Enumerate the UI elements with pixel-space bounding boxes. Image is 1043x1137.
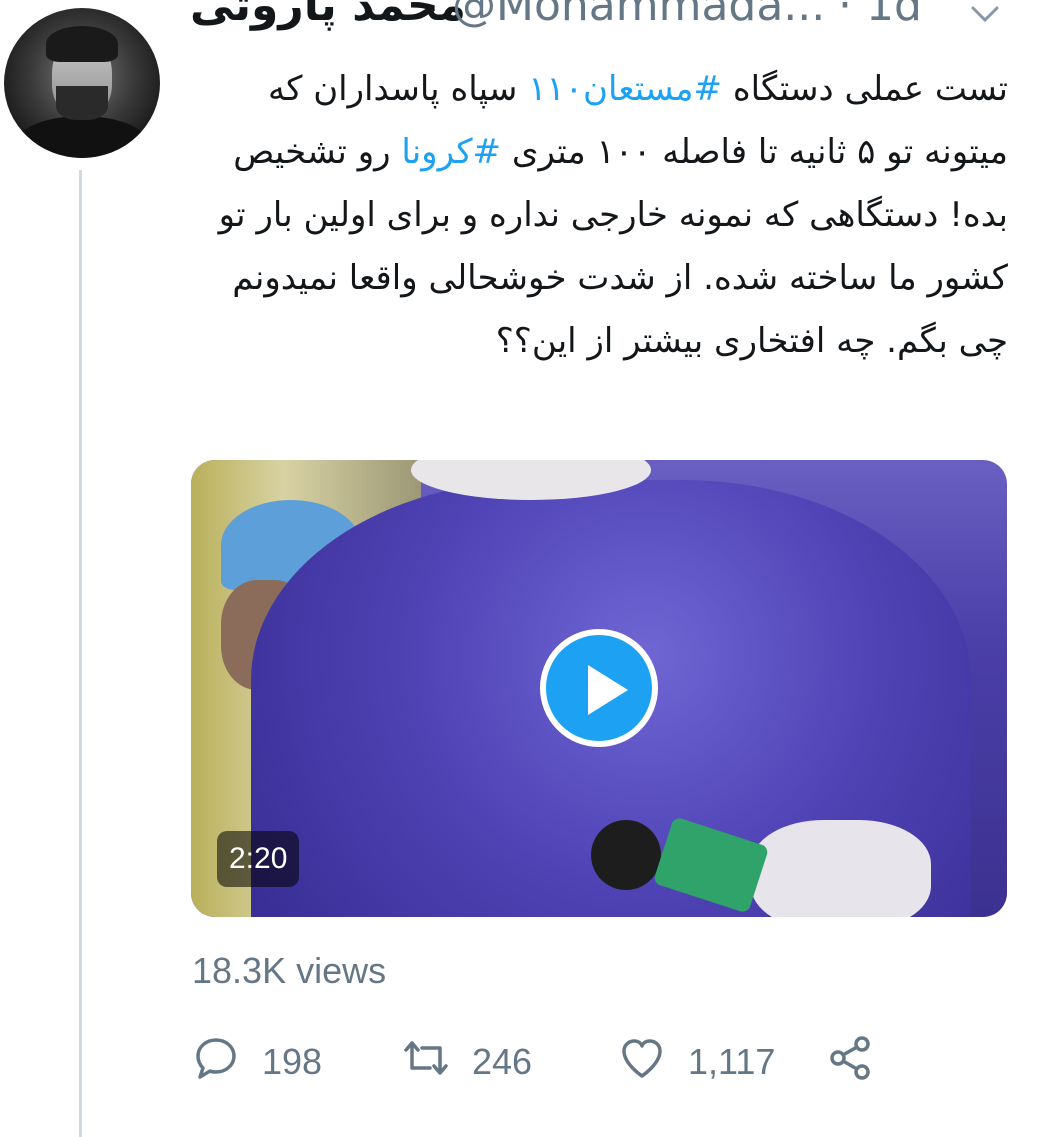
tweet-header: محمد پاروتی @Mohammada... · 1d (190, 0, 1020, 40)
like-count: 1,117 (688, 1041, 776, 1082)
author-handle[interactable]: @Mohammada... (452, 0, 825, 31)
reply-icon (192, 1034, 240, 1091)
heart-icon (618, 1034, 666, 1091)
reply-button[interactable]: 198 (192, 1032, 322, 1092)
share-icon (826, 1034, 874, 1091)
tweet-text: تست عملی دستگاه #مستعان۱۱۰ سپاه پاسداران… (190, 58, 1008, 373)
avatar-body (14, 116, 150, 158)
hashtag-link[interactable]: #کرونا (401, 132, 501, 172)
share-button[interactable] (826, 1032, 874, 1092)
retweet-icon (402, 1034, 450, 1091)
like-button[interactable]: 1,117 (618, 1032, 775, 1092)
chevron-down-icon[interactable] (970, 0, 1000, 32)
view-count: 18.3K views (192, 950, 387, 991)
avatar-hair (46, 26, 118, 62)
tweet-text-part: تست عملی دستگاه (722, 69, 1008, 109)
author-name[interactable]: محمد پاروتی (190, 0, 466, 31)
author-avatar[interactable] (4, 8, 160, 158)
time-value: 1d (866, 0, 922, 31)
time-separator: · (838, 0, 852, 31)
tweet-actions: 198 246 1,117 (192, 1032, 1012, 1092)
retweet-button[interactable]: 246 (402, 1032, 532, 1092)
thread-line (79, 170, 82, 1137)
hashtag-link[interactable]: #مستعان۱۱۰ (528, 69, 722, 109)
video-duration: 2:20 (217, 831, 300, 887)
retweet-count: 246 (472, 1041, 533, 1082)
play-triangle (588, 665, 628, 715)
avatar-beard (56, 86, 108, 120)
video-scene-mic (591, 820, 661, 890)
reply-count: 198 (262, 1041, 323, 1082)
video-scene-glove (751, 820, 931, 917)
video-player[interactable]: 2:20 (191, 460, 1007, 917)
play-icon[interactable] (540, 629, 658, 747)
tweet-time[interactable]: · 1d (838, 0, 922, 31)
